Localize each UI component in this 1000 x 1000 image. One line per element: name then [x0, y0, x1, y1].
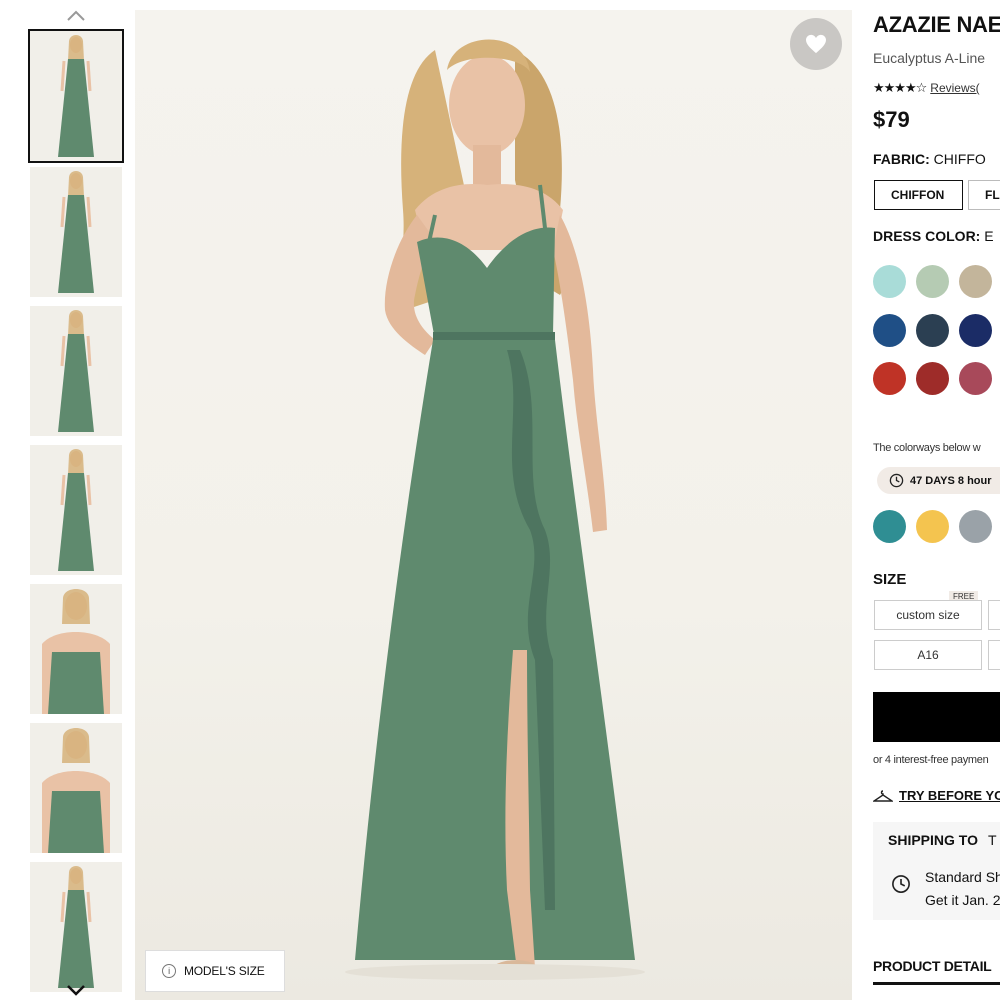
- timer-text: 47 DAYS 8 hour: [910, 474, 992, 487]
- thumbnail-image: [58, 310, 94, 432]
- shipping-title: SHIPPING TO T: [888, 832, 997, 848]
- limited-time-badge: 47 DAYS 8 hour: [877, 467, 1000, 494]
- thumbnail-image: [42, 589, 110, 714]
- product-details-tab[interactable]: PRODUCT DETAIL: [873, 958, 992, 974]
- thumbnail-next-button[interactable]: [64, 982, 88, 998]
- size-option-custom[interactable]: custom size: [874, 600, 982, 630]
- color-swatch[interactable]: [873, 265, 906, 298]
- color-swatch[interactable]: [873, 362, 906, 395]
- color-swatch[interactable]: [959, 265, 992, 298]
- rating-stars: ★★★★☆: [873, 80, 927, 95]
- chevron-up-icon: [67, 10, 85, 21]
- fabric-value: CHIFFO: [933, 151, 986, 167]
- thumbnail-closeup-front[interactable]: [30, 584, 122, 714]
- size-option-a16[interactable]: A16: [874, 640, 982, 670]
- shipping-destination[interactable]: T: [988, 832, 997, 848]
- shipping-eta: Get it Jan. 2: [925, 892, 1000, 908]
- heart-icon: [806, 34, 826, 54]
- thumbnail-image: [58, 866, 94, 988]
- product-main-image[interactable]: i MODEL'S SIZE: [135, 10, 852, 1000]
- limited-color-swatch[interactable]: [959, 510, 992, 543]
- details-tab-underline: [873, 982, 1000, 985]
- colorways-note: The colorways below w: [873, 442, 981, 454]
- color-swatch[interactable]: [873, 314, 906, 347]
- thumbnail-image: [58, 35, 94, 157]
- color-swatch[interactable]: [959, 314, 992, 347]
- shipping-label: SHIPPING TO: [888, 832, 978, 848]
- thumbnail-back[interactable]: [30, 167, 122, 297]
- limited-color-swatch[interactable]: [873, 510, 906, 543]
- fabric-option-second[interactable]: FL: [968, 180, 1000, 210]
- model-size-button[interactable]: i MODEL'S SIZE: [145, 950, 285, 992]
- thumbnail-front-walk[interactable]: [30, 862, 122, 992]
- rating-row: ★★★★☆ Reviews(: [873, 80, 980, 96]
- size-option-4[interactable]: [988, 640, 1000, 670]
- reviews-link[interactable]: Reviews(: [930, 81, 979, 95]
- thumbnail-image: [58, 449, 94, 571]
- product-subtitle: Eucalyptus A-Line: [873, 50, 986, 66]
- dress-color-label: DRESS COLOR: E: [873, 228, 994, 244]
- thumbnail-closeup-back[interactable]: [30, 723, 122, 853]
- clock-icon: [892, 875, 910, 893]
- shipping-method: Standard Sh: [925, 869, 1000, 885]
- color-swatch[interactable]: [959, 362, 992, 395]
- thumbnail-front[interactable]: [28, 29, 124, 163]
- model-size-label: MODEL'S SIZE: [184, 964, 265, 978]
- limited-color-swatch[interactable]: [916, 510, 949, 543]
- add-to-bag-button[interactable]: [873, 692, 1000, 742]
- fabric-option-chiffon[interactable]: CHIFFON: [874, 180, 963, 210]
- shipping-box: SHIPPING TO T Standard Sh Get it Jan. 2: [873, 822, 1000, 920]
- thumbnail-image: [58, 171, 94, 293]
- fabric-label: FABRIC: CHIFFO: [873, 151, 986, 167]
- dress-color-label-text: DRESS COLOR:: [873, 228, 981, 244]
- color-swatch[interactable]: [916, 362, 949, 395]
- try-before-you-buy-link[interactable]: TRY BEFORE YO: [873, 788, 1000, 803]
- thumbnail-prev-button[interactable]: [64, 8, 88, 24]
- size-option-2[interactable]: [988, 600, 1000, 630]
- product-title: AZAZIE NAE: [873, 12, 1000, 37]
- thumbnail-image: [42, 728, 110, 853]
- thumbnail-front-step[interactable]: [30, 306, 122, 436]
- info-icon: i: [162, 964, 176, 978]
- color-swatch[interactable]: [916, 314, 949, 347]
- try-label: TRY BEFORE YO: [899, 788, 1000, 803]
- size-label: SIZE: [873, 571, 907, 588]
- payment-note: or 4 interest-free paymen: [873, 754, 989, 766]
- favorite-button[interactable]: [790, 18, 842, 70]
- fabric-label-text: FABRIC:: [873, 151, 930, 167]
- color-swatch[interactable]: [916, 265, 949, 298]
- hanger-icon: [873, 789, 893, 802]
- chevron-down-icon: [67, 985, 85, 996]
- clock-icon: [889, 473, 904, 488]
- thumbnail-rail: [26, 0, 126, 1000]
- product-price: $79: [873, 107, 910, 132]
- model-photo: [345, 39, 645, 980]
- thumbnail-back-full[interactable]: [30, 445, 122, 575]
- dress-color-value: E: [984, 228, 994, 244]
- product-info-panel: AZAZIE NAE Eucalyptus A-Line ★★★★☆ Revie…: [873, 0, 1000, 1000]
